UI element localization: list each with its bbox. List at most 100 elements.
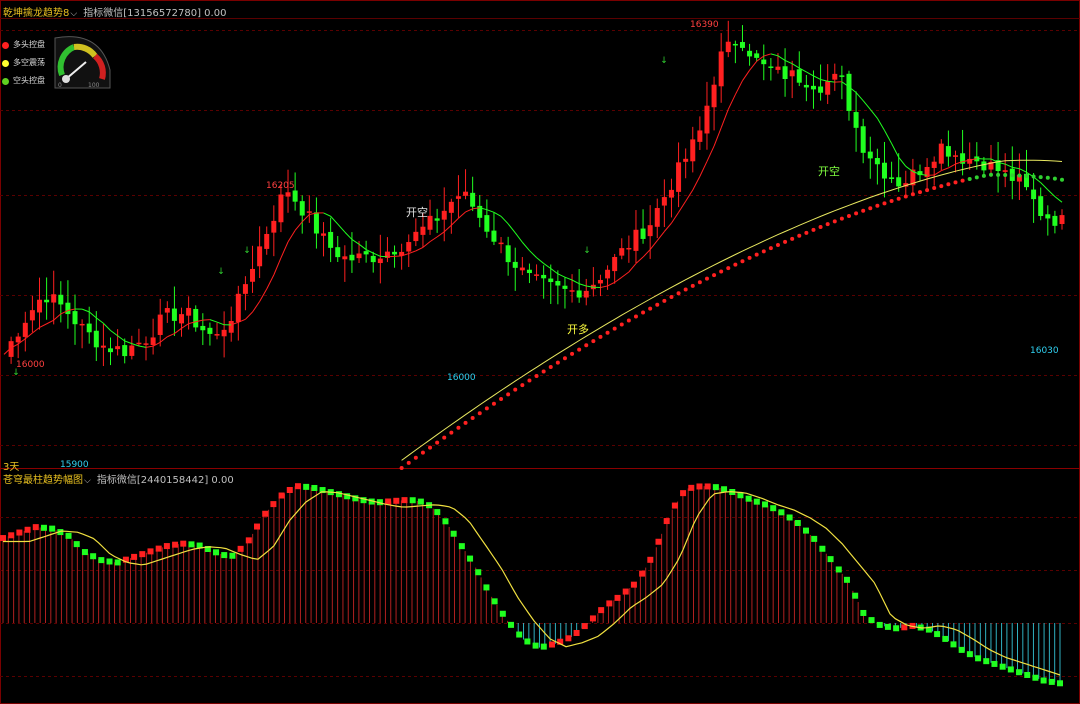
histogram-marker bbox=[524, 638, 531, 645]
trend-dot bbox=[875, 203, 880, 208]
ma-short-segment bbox=[521, 241, 530, 251]
trend-dot bbox=[974, 175, 979, 180]
price-label: 16030 bbox=[1030, 346, 1059, 356]
top-indicator-name[interactable]: 乾坤擒龙趋势8 bbox=[3, 8, 69, 19]
candle-body bbox=[569, 290, 575, 292]
ma-short-segment bbox=[749, 60, 758, 71]
ma-short-segment bbox=[784, 60, 793, 65]
histogram-marker bbox=[868, 617, 875, 624]
candle-body bbox=[271, 220, 277, 233]
candle-body bbox=[122, 345, 128, 357]
bottom-indicator-name[interactable]: 苍穹最柱趋势幅图 bbox=[3, 475, 83, 486]
histogram-marker bbox=[655, 538, 662, 545]
candle-body bbox=[1059, 215, 1065, 225]
candle-body bbox=[619, 248, 625, 256]
candle-body bbox=[498, 242, 504, 245]
candle-body bbox=[1002, 170, 1008, 172]
candle-body bbox=[100, 345, 106, 348]
trend-dot bbox=[988, 172, 993, 177]
candle-body bbox=[853, 112, 859, 128]
histogram-marker bbox=[753, 498, 760, 505]
ma-short-segment bbox=[145, 345, 154, 348]
histogram-marker bbox=[565, 635, 572, 642]
chevron-down-icon[interactable]: ⌵ bbox=[84, 476, 91, 486]
candle-body bbox=[58, 294, 64, 305]
trend-dot bbox=[655, 302, 660, 307]
trend-dot bbox=[768, 246, 773, 251]
ma-short-segment bbox=[763, 53, 772, 57]
candle-body bbox=[881, 162, 887, 179]
ma-short-segment bbox=[720, 109, 729, 129]
trend-dot bbox=[775, 243, 780, 248]
ma-short-segment bbox=[933, 170, 942, 176]
trend-dot bbox=[1045, 175, 1050, 180]
histogram-marker bbox=[393, 497, 400, 504]
histogram-marker bbox=[385, 498, 392, 505]
histogram-marker bbox=[942, 635, 949, 642]
trend-dot bbox=[534, 373, 539, 378]
histogram-marker bbox=[499, 610, 506, 617]
histogram-marker bbox=[680, 490, 687, 497]
bottom-indicator-header[interactable]: 苍穹最柱趋势幅图⌵ 指标微信[2440158442] 0.00 bbox=[3, 471, 234, 486]
histogram-marker bbox=[983, 658, 990, 665]
trend-dot bbox=[1038, 175, 1043, 180]
candle-body bbox=[796, 69, 802, 83]
candle-body bbox=[108, 348, 114, 353]
histogram-marker bbox=[508, 621, 515, 628]
histogram-marker bbox=[614, 594, 621, 601]
ma-short-segment bbox=[415, 246, 424, 252]
ma-short-segment bbox=[727, 94, 736, 110]
trend-dot bbox=[442, 435, 447, 440]
candle-body bbox=[335, 247, 341, 258]
histogram-marker bbox=[958, 646, 965, 653]
candle-body bbox=[952, 155, 958, 157]
candle-body bbox=[704, 105, 710, 134]
candle-body bbox=[207, 327, 213, 334]
histogram-marker bbox=[483, 584, 490, 591]
candle-body bbox=[264, 233, 270, 249]
ma-short-segment bbox=[1012, 166, 1020, 170]
candle-body bbox=[981, 161, 987, 171]
chevron-down-icon[interactable]: ⌵ bbox=[70, 9, 77, 19]
histogram-marker bbox=[475, 569, 482, 576]
candle-body bbox=[803, 84, 809, 88]
histogram-marker bbox=[1007, 666, 1014, 673]
candle-body bbox=[768, 66, 774, 68]
ma-short-segment bbox=[898, 156, 907, 167]
ma-short-segment bbox=[167, 333, 175, 338]
histogram-marker bbox=[32, 524, 39, 531]
ma-short-segment bbox=[252, 301, 261, 313]
ma-short bbox=[3, 53, 1063, 355]
candle-body bbox=[186, 307, 192, 316]
candle-body bbox=[576, 290, 582, 298]
candle-body bbox=[732, 43, 738, 46]
histogram-marker bbox=[106, 558, 113, 565]
candle-body bbox=[484, 215, 490, 232]
trend-dot bbox=[846, 213, 851, 218]
histogram-marker bbox=[73, 541, 80, 548]
trend-dot bbox=[548, 365, 553, 370]
histogram-marker bbox=[434, 509, 441, 516]
histogram-marker bbox=[24, 526, 31, 533]
candle-body bbox=[441, 210, 447, 220]
candle-body bbox=[654, 208, 660, 227]
candle-body bbox=[292, 190, 298, 202]
trend-dot bbox=[662, 298, 667, 303]
candle-body bbox=[605, 269, 611, 279]
ma-short-segment bbox=[103, 322, 111, 331]
histogram-marker bbox=[639, 570, 646, 577]
trend-dot bbox=[562, 356, 567, 361]
histogram-marker bbox=[40, 524, 47, 531]
candle-body bbox=[889, 177, 895, 180]
candle-body bbox=[761, 59, 767, 65]
trend-dot bbox=[420, 450, 425, 455]
ma-short-segment bbox=[806, 71, 814, 77]
candle-body bbox=[846, 73, 852, 111]
top-indicator-header[interactable]: 乾坤擒龙趋势8⌵ 指标微信[13156572780] 0.00 bbox=[3, 4, 226, 19]
candle-body bbox=[363, 251, 369, 255]
ma-short-segment bbox=[1019, 168, 1027, 173]
ma-short-segment bbox=[429, 236, 438, 243]
candle-body bbox=[228, 321, 234, 333]
candle-body bbox=[29, 310, 35, 321]
candle-body bbox=[370, 255, 376, 263]
